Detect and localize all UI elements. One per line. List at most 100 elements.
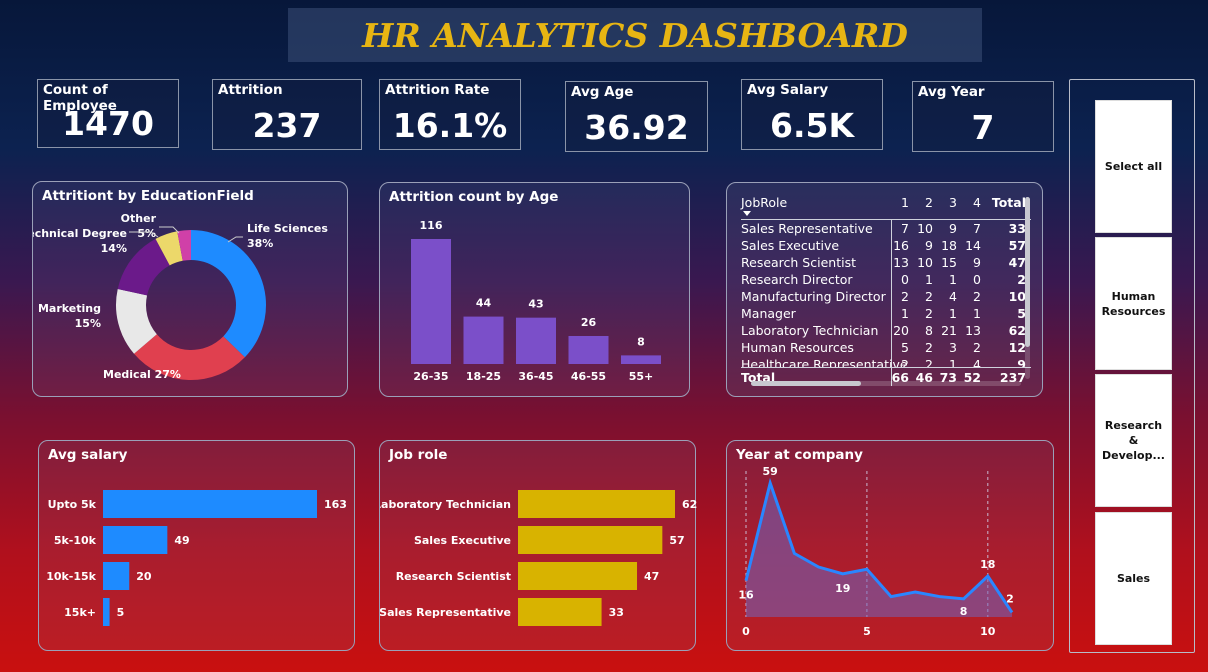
matrix-cell: 9 [1017,357,1026,367]
kpi-attrition-rate[interactable]: Attrition Rate 16.1% [379,79,521,150]
salary-category-label: 10k-15k [46,570,96,583]
matrix-cell: 15 [941,255,957,270]
job-role-card[interactable]: Job role Laboratory Technician 62 Sales Ex… [379,440,697,651]
age-bar[interactable] [463,316,504,364]
matrix-col-header: 4 [973,195,981,210]
education-field-card[interactable]: Attritiont by EducationField Life Scienc… [32,181,348,397]
matrix-row[interactable]: Research Scientist 13 10 15 9 47 [741,255,1031,272]
matrix-body: Sales Representative 7 10 9 7 33 Sales Executi… [741,221,1031,367]
matrix-cell: 10 [917,255,933,270]
matrix-col-header: 3 [949,195,957,210]
x-tick-label: 10 [980,625,996,638]
jobrole-category-label: Laboratory Technician [380,498,511,511]
matrix-row-label: Research Director [741,272,853,287]
matrix-cell: 13 [965,323,981,338]
age-bar[interactable] [516,317,556,364]
matrix-row-header[interactable]: JobRole [741,195,787,210]
matrix-cell: 10 [1008,289,1026,304]
salary-bar-value: 5 [117,606,125,619]
slice-pct-marketing: 15% [75,317,101,330]
matrix-row-label: Research Scientist [741,255,856,270]
matrix-cell: 8 [925,323,933,338]
jobrole-bar-value: 57 [669,534,684,547]
matrix-cell: 7 [973,221,981,236]
kpi-label: Avg Age [571,84,634,100]
kpi-avg-age[interactable]: Avg Age 36.92 [565,81,708,152]
salary-bar[interactable] [103,526,168,554]
age-category-label: 26-35 [413,370,448,383]
matrix-cell: 13 [893,255,909,270]
age-bar-value: 116 [420,219,443,232]
matrix-col-header: 2 [925,195,933,210]
age-bar-value: 44 [476,297,492,310]
matrix-row-label: Healthcare Representative [741,357,908,367]
jobrole-matrix-card[interactable]: JobRole 1 2 3 4 Total Sales Representati… [726,182,1043,397]
matrix-row[interactable]: Research Director 0 1 1 0 2 [741,272,1031,289]
matrix-cell: 2 [925,289,933,304]
matrix-cell: 14 [965,238,981,253]
matrix-row[interactable]: Human Resources 5 2 3 2 12 [741,340,1031,357]
matrix-row[interactable]: Manager 1 2 1 1 5 [741,306,1031,323]
age-bar-chart: 116 26-35 44 18-25 43 36-45 26 46-55 8 55+ [411,219,661,383]
matrix-cell: 0 [973,272,981,287]
matrix-cell: 57 [1008,238,1026,253]
age-bar[interactable] [568,335,609,364]
attrition-by-age-card[interactable]: Attrition count by Age 116 26-35 44 18-25 43… [379,182,690,397]
matrix-cell: 1 [925,272,933,287]
matrix-row[interactable]: Sales Executive 16 9 18 14 57 [741,238,1031,255]
matrix-cell: 2 [901,289,909,304]
age-bar-value: 43 [528,298,543,311]
age-bar[interactable] [621,355,661,364]
kpi-avg-salary[interactable]: Avg Salary 6.5K [741,79,883,150]
matrix-cell: 0 [901,272,909,287]
jobrole-bar[interactable] [518,562,638,590]
matrix-col-header: 1 [901,195,909,210]
scrollbar-thumb[interactable] [1025,197,1030,347]
jobrole-bar[interactable] [518,526,663,554]
matrix-row[interactable]: Healthcare Representative 2 2 1 4 9 [741,357,1031,367]
area-fill [746,483,1012,617]
matrix-cell: 18 [941,238,957,253]
matrix-vertical-scrollbar[interactable] [1025,197,1030,379]
matrix-cell: 2 [925,357,933,367]
slicer-item-select-all[interactable]: Select all [1095,100,1172,233]
point-label: 8 [960,605,968,618]
sort-down-icon[interactable] [743,211,751,216]
kpi-value: 36.92 [584,108,689,147]
slice-pct-life-sciences: 38% [247,237,273,250]
matrix-cell: 10 [917,221,933,236]
kpi-attrition[interactable]: Attrition 237 [212,79,362,150]
jobrole-bar-value: 62 [682,498,697,511]
age-bar[interactable] [411,239,451,364]
matrix-cell: 1 [949,272,957,287]
slice-label-marketing: Marketing [38,302,101,315]
salary-bar[interactable] [103,598,110,626]
kpi-value: 1470 [62,104,154,143]
matrix-cell: 9 [973,255,981,270]
salary-bar[interactable] [103,562,130,590]
scrollbar-thumb[interactable] [751,381,861,386]
slicer-item-human-resources[interactable]: Human Resources [1095,237,1172,370]
matrix-row[interactable]: Manufacturing Director 2 2 4 2 10 [741,289,1031,306]
matrix-horizontal-scrollbar[interactable] [751,381,1021,386]
matrix-cell: 2 [973,289,981,304]
salary-bar[interactable] [103,490,317,518]
avg-salary-card[interactable]: Avg salary Upto 5k 163 5k-10k 49 10k-15k 20 15… [38,440,355,651]
slicer-item-research-development[interactable]: Research & Develop... [1095,374,1172,507]
matrix-cell: 2 [973,340,981,355]
slicer-item-sales[interactable]: Sales [1095,512,1172,645]
matrix-row[interactable]: Laboratory Technician 20 8 21 13 62 [741,323,1031,340]
kpi-count-of-employee[interactable]: Count of Employee 1470 [37,79,179,148]
matrix-cell: 1 [949,306,957,321]
matrix-cell: 12 [1008,340,1026,355]
matrix-row-label: Manager [741,306,796,321]
age-bar-value: 8 [637,335,645,348]
jobrole-bar[interactable] [518,598,602,626]
year-at-company-card[interactable]: Year at company 16 59 19 8 18 2 0 5 10 [726,440,1054,651]
kpi-avg-year[interactable]: Avg Year 7 [912,81,1054,152]
dashboard-title-bar: HR ANALYTICS DASHBOARD [288,8,982,62]
matrix-row-label: Laboratory Technician [741,323,879,338]
kpi-label: Attrition [218,82,283,98]
matrix-row[interactable]: Sales Representative 7 10 9 7 33 [741,221,1031,238]
jobrole-bar[interactable] [518,490,675,518]
